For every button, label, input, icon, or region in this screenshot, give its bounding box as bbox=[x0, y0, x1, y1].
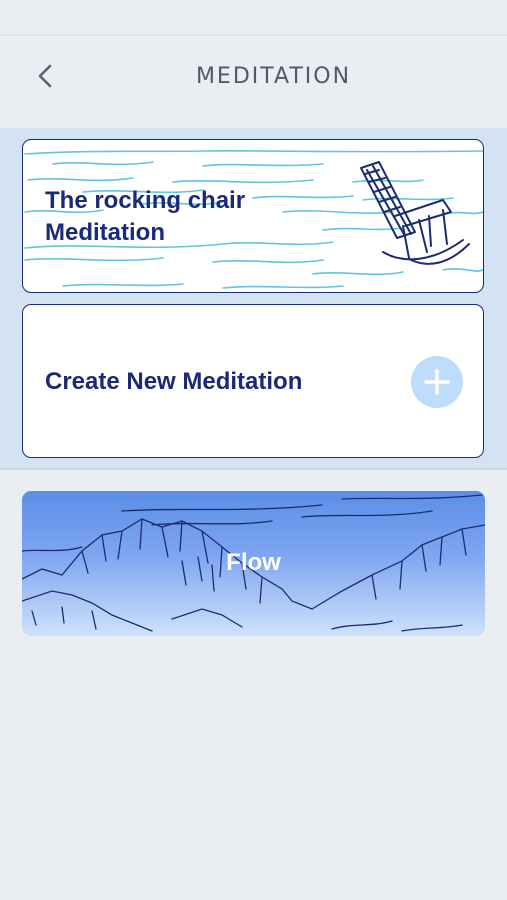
program-title: Flow bbox=[226, 549, 281, 576]
meditation-title: The rocking chair Meditation bbox=[45, 187, 246, 246]
status-bar bbox=[0, 0, 507, 36]
meditation-list-panel: The rocking chair Meditation Create New M… bbox=[0, 128, 507, 470]
meditation-card-rocking-chair[interactable]: The rocking chair Meditation bbox=[22, 139, 484, 293]
app-header: MEDITATION bbox=[0, 36, 507, 128]
create-meditation-label: Create New Meditation bbox=[45, 368, 303, 395]
page-title: MEDITATION bbox=[195, 64, 352, 89]
program-card-flow[interactable]: Flow bbox=[22, 491, 485, 636]
add-meditation-button[interactable] bbox=[411, 356, 463, 408]
plus-icon bbox=[424, 369, 450, 395]
create-meditation-card[interactable]: Create New Meditation bbox=[22, 304, 484, 458]
